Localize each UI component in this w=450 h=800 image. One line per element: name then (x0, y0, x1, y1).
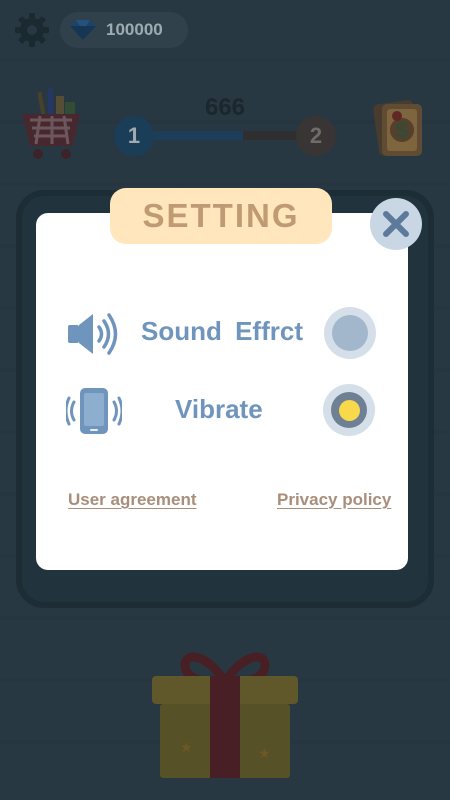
sound-effect-toggle[interactable] (324, 307, 376, 359)
vibrate-toggle[interactable] (323, 384, 375, 436)
speaker-icon (68, 313, 118, 355)
user-agreement-link[interactable]: User agreement (68, 490, 197, 510)
sound-effect-label: Sound Effrct (141, 316, 303, 346)
sound-effect-toggle-knob (332, 315, 368, 351)
privacy-policy-link[interactable]: Privacy policy (277, 490, 391, 510)
vibrate-toggle-knob (331, 392, 367, 428)
dialog-title: SETTING (110, 188, 332, 244)
vibrate-label: Vibrate (175, 394, 263, 424)
phone-vibrate-icon (66, 388, 122, 434)
close-icon (383, 211, 409, 237)
close-button[interactable] (370, 198, 422, 250)
